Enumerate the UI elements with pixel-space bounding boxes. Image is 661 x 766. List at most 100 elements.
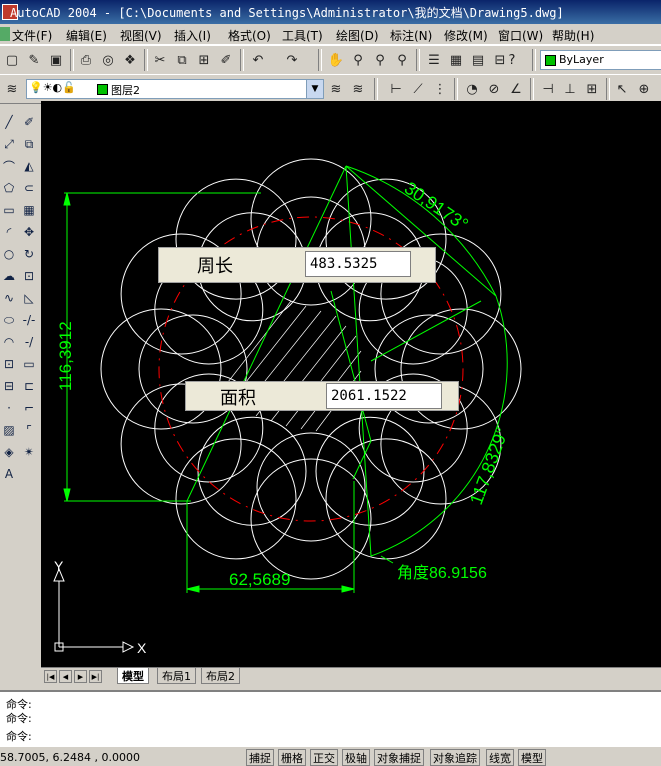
menu-dimension[interactable]: 标注(N) [390, 27, 432, 44]
tab-prev-icon[interactable]: ◀ [59, 670, 72, 683]
toggle-grid[interactable]: 栅格 [278, 749, 306, 766]
layer-previous-icon[interactable]: ≋ [348, 79, 368, 99]
mirror-icon[interactable]: ◭ [20, 156, 38, 176]
spline-icon[interactable]: ∿ [0, 288, 18, 308]
layer-manager-icon[interactable]: ≋ [2, 79, 22, 99]
menu-edit[interactable]: 编辑(E) [66, 27, 107, 44]
copy-object-icon[interactable]: ⧉ [20, 134, 38, 154]
angular-dimension-icon[interactable]: ∠ [506, 79, 526, 99]
tab-first-icon[interactable]: |◀ [44, 670, 57, 683]
pan-icon[interactable]: ✋ [326, 50, 346, 70]
toggle-snap[interactable]: 捕捉 [246, 749, 274, 766]
tool-palettes-icon[interactable]: ▤ [468, 50, 488, 70]
insert-block-icon[interactable]: ⊡ [0, 354, 18, 374]
fillet-icon[interactable]: ⌜ [20, 420, 38, 440]
rotate-icon[interactable]: ↻ [20, 244, 38, 264]
new-icon[interactable]: ▢ [2, 50, 22, 70]
join-icon[interactable]: ⊏ [20, 376, 38, 396]
undo-icon[interactable]: ↶ [248, 50, 268, 70]
ordinate-dimension-icon[interactable]: ⋮ [430, 79, 450, 99]
extend-icon[interactable]: -/ [20, 332, 38, 352]
properties-icon[interactable]: ☰ [424, 50, 444, 70]
hatch-icon[interactable]: ▨ [0, 420, 18, 440]
match-properties-icon[interactable]: ✐ [216, 50, 236, 70]
menu-modify[interactable]: 修改(M) [444, 27, 488, 44]
tab-last-icon[interactable]: ▶| [89, 670, 102, 683]
publish-icon[interactable]: ❖ [120, 50, 140, 70]
erase-icon[interactable]: ✐ [20, 112, 38, 132]
menu-help[interactable]: 帮助(H) [552, 27, 594, 44]
menu-window[interactable]: 窗口(W) [498, 27, 543, 44]
zoom-window-icon[interactable]: ⚲ [370, 50, 390, 70]
arc-icon[interactable]: ◜ [0, 222, 18, 242]
array-icon[interactable]: ▦ [20, 200, 38, 220]
rectangle-icon[interactable]: ▭ [0, 200, 18, 220]
menu-format[interactable]: 格式(O) [228, 27, 271, 44]
copy-icon[interactable]: ⧉ [172, 50, 192, 70]
make-object-layer-current-icon[interactable]: ≋ [326, 79, 346, 99]
cut-icon[interactable]: ✂ [150, 50, 170, 70]
ellipse-icon[interactable]: ⬭ [0, 310, 18, 330]
radius-dimension-icon[interactable]: ◔ [462, 79, 482, 99]
menu-insert[interactable]: 插入(I) [174, 27, 211, 44]
open-icon[interactable]: ✎ [24, 50, 44, 70]
tab-layout2[interactable]: 布局2 [201, 668, 240, 684]
move-icon[interactable]: ✥ [20, 222, 38, 242]
aligned-dimension-icon[interactable]: ⟋ [408, 79, 428, 99]
break-icon[interactable]: ▭ [20, 354, 38, 374]
save-icon[interactable]: ▣ [46, 50, 66, 70]
line-icon[interactable]: ╱ [0, 112, 18, 132]
quick-leader-icon[interactable]: ↖ [612, 79, 632, 99]
multiline-text-icon[interactable]: A [0, 464, 18, 484]
toggle-osnap[interactable]: 对象捕捉 [374, 749, 424, 766]
help-icon[interactable]: ? [502, 50, 522, 70]
menu-view[interactable]: 视图(V) [120, 27, 162, 44]
baseline-dimension-icon[interactable]: ⊥ [560, 79, 580, 99]
layer-combo[interactable]: 💡☀◐🔓 图层2 ▼ [26, 79, 324, 99]
offset-icon[interactable]: ⊂ [20, 178, 38, 198]
drawing-canvas[interactable]: Y X 30,9173° 116,3912 117,8329° 62,5689 … [41, 101, 661, 667]
chevron-down-icon[interactable]: ▼ [306, 80, 323, 98]
construction-line-icon[interactable]: ⤢ [0, 134, 18, 154]
tolerance-icon[interactable]: ⊕ [634, 79, 654, 99]
command-window[interactable]: 命令: 命令: 命令: [0, 690, 661, 746]
stretch-icon[interactable]: ◺ [20, 288, 38, 308]
tab-model[interactable]: 模型 [117, 668, 149, 684]
toggle-ortho[interactable]: 正交 [310, 749, 338, 766]
command-prompt[interactable]: 命令: [6, 728, 32, 744]
print-icon[interactable]: ⎙ [76, 50, 96, 70]
explode-icon[interactable]: ✴ [20, 442, 38, 462]
menu-draw[interactable]: 绘图(D) [336, 27, 379, 44]
chamfer-icon[interactable]: ⌐ [20, 398, 38, 418]
redo-icon[interactable]: ↷ [282, 50, 302, 70]
print-preview-icon[interactable]: ◎ [98, 50, 118, 70]
menu-file[interactable]: 文件(F) [12, 27, 52, 44]
ellipse-arc-icon[interactable]: ◠ [0, 332, 18, 352]
toggle-polar[interactable]: 极轴 [342, 749, 370, 766]
continue-dimension-icon[interactable]: ⊞ [582, 79, 602, 99]
circle-icon[interactable]: ○ [0, 244, 18, 264]
make-block-icon[interactable]: ⊟ [0, 376, 18, 396]
document-system-icon[interactable] [0, 27, 10, 41]
trim-icon[interactable]: -/- [20, 310, 38, 330]
point-icon[interactable]: · [0, 398, 18, 418]
color-combo[interactable]: ByLayer [540, 50, 661, 70]
polyline-icon[interactable]: ⌒ [0, 156, 18, 176]
zoom-previous-icon[interactable]: ⚲ [392, 50, 412, 70]
scale-icon[interactable]: ⊡ [20, 266, 38, 286]
menu-tools[interactable]: 工具(T) [282, 27, 323, 44]
zoom-realtime-icon[interactable]: ⚲ [348, 50, 368, 70]
toggle-otrack[interactable]: 对象追踪 [430, 749, 480, 766]
polygon-icon[interactable]: ⬠ [0, 178, 18, 198]
design-center-icon[interactable]: ▦ [446, 50, 466, 70]
toggle-lineweight[interactable]: 线宽 [486, 749, 514, 766]
linear-dimension-icon[interactable]: ⊢ [386, 79, 406, 99]
revision-cloud-icon[interactable]: ☁ [0, 266, 18, 286]
tab-next-icon[interactable]: ▶ [74, 670, 87, 683]
paste-icon[interactable]: ⊞ [194, 50, 214, 70]
diameter-dimension-icon[interactable]: ⊘ [484, 79, 504, 99]
tab-layout1[interactable]: 布局1 [157, 668, 196, 684]
toggle-model[interactable]: 模型 [518, 749, 546, 766]
quick-dimension-icon[interactable]: ⊣ [538, 79, 558, 99]
region-icon[interactable]: ◈ [0, 442, 18, 462]
